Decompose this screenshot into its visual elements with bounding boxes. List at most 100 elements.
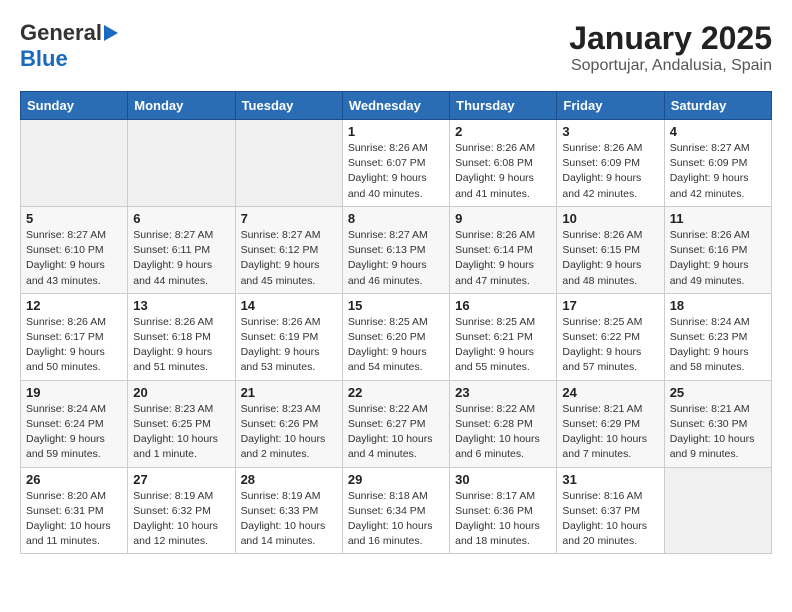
calendar-day-cell: 5Sunrise: 8:27 AMSunset: 6:10 PMDaylight… xyxy=(21,206,128,293)
day-number: 9 xyxy=(455,211,551,226)
logo-arrow-icon xyxy=(104,25,118,41)
day-info: Sunrise: 8:21 AMSunset: 6:30 PMDaylight:… xyxy=(670,402,766,463)
calendar-day-cell: 3Sunrise: 8:26 AMSunset: 6:09 PMDaylight… xyxy=(557,120,664,207)
day-info: Sunrise: 8:25 AMSunset: 6:22 PMDaylight:… xyxy=(562,315,658,376)
day-of-week-header: Tuesday xyxy=(235,92,342,120)
day-info: Sunrise: 8:26 AMSunset: 6:07 PMDaylight:… xyxy=(348,141,444,202)
calendar-day-cell xyxy=(128,120,235,207)
calendar-week-row: 1 Sunrise: 8:26 AMSunset: 6:07 PMDaylight… xyxy=(21,120,772,207)
calendar-day-cell xyxy=(235,120,342,207)
days-of-week-row: SundayMondayTuesdayWednesdayThursdayFrid… xyxy=(21,92,772,120)
day-info: Sunrise: 8:23 AMSunset: 6:25 PMDaylight:… xyxy=(133,402,229,463)
calendar-week-row: 5Sunrise: 8:27 AMSunset: 6:10 PMDaylight… xyxy=(21,206,772,293)
day-number: 11 xyxy=(670,211,766,226)
calendar-day-cell: 17 Sunrise: 8:25 AMSunset: 6:22 PMDayligh… xyxy=(557,293,664,380)
title-block: January 2025 Soportujar, Andalusia, Spai… xyxy=(569,20,772,75)
calendar-day-cell: 2Sunrise: 8:26 AMSunset: 6:08 PMDaylight… xyxy=(450,120,557,207)
page-header: General Blue January 2025 Soportujar, An… xyxy=(20,20,772,75)
calendar-day-cell: 7 Sunrise: 8:27 AMSunset: 6:12 PMDaylight… xyxy=(235,206,342,293)
day-info: Sunrise: 8:18 AMSunset: 6:34 PMDaylight:… xyxy=(348,489,444,550)
day-info: Sunrise: 8:21 AMSunset: 6:29 PMDaylight:… xyxy=(562,402,658,463)
day-info: Sunrise: 8:27 AMSunset: 6:09 PMDaylight:… xyxy=(670,141,766,202)
day-info: Sunrise: 8:17 AMSunset: 6:36 PMDaylight:… xyxy=(455,489,551,550)
calendar-day-cell: 13 Sunrise: 8:26 AMSunset: 6:18 PMDayligh… xyxy=(128,293,235,380)
calendar-day-cell: 31 Sunrise: 8:16 AMSunset: 6:37 PMDayligh… xyxy=(557,467,664,554)
day-info: Sunrise: 8:25 AMSunset: 6:20 PMDaylight:… xyxy=(348,315,444,376)
calendar-day-cell: 4 Sunrise: 8:27 AMSunset: 6:09 PMDaylight… xyxy=(664,120,771,207)
day-number: 13 xyxy=(133,298,229,313)
day-number: 5 xyxy=(26,211,122,226)
day-of-week-header: Thursday xyxy=(450,92,557,120)
day-info: Sunrise: 8:26 AMSunset: 6:18 PMDaylight:… xyxy=(133,315,229,376)
calendar-day-cell xyxy=(21,120,128,207)
day-of-week-header: Sunday xyxy=(21,92,128,120)
day-info: Sunrise: 8:26 AMSunset: 6:19 PMDaylight:… xyxy=(241,315,337,376)
day-info: Sunrise: 8:20 AMSunset: 6:31 PMDaylight:… xyxy=(26,489,122,550)
calendar-title: January 2025 xyxy=(569,20,772,57)
day-number: 7 xyxy=(241,211,337,226)
day-number: 3 xyxy=(562,124,658,139)
day-number: 20 xyxy=(133,385,229,400)
calendar-day-cell: 19 Sunrise: 8:24 AMSunset: 6:24 PMDayligh… xyxy=(21,380,128,467)
calendar-day-cell: 6Sunrise: 8:27 AMSunset: 6:11 PMDaylight… xyxy=(128,206,235,293)
calendar-day-cell: 12Sunrise: 8:26 AMSunset: 6:17 PMDayligh… xyxy=(21,293,128,380)
day-info: Sunrise: 8:24 AMSunset: 6:23 PMDaylight:… xyxy=(670,315,766,376)
day-number: 1 xyxy=(348,124,444,139)
day-number: 4 xyxy=(670,124,766,139)
calendar-day-cell: 22Sunrise: 8:22 AMSunset: 6:27 PMDayligh… xyxy=(342,380,449,467)
day-of-week-header: Wednesday xyxy=(342,92,449,120)
calendar-day-cell: 20 Sunrise: 8:23 AMSunset: 6:25 PMDayligh… xyxy=(128,380,235,467)
calendar-day-cell: 24 Sunrise: 8:21 AMSunset: 6:29 PMDayligh… xyxy=(557,380,664,467)
calendar-day-cell: 25 Sunrise: 8:21 AMSunset: 6:30 PMDayligh… xyxy=(664,380,771,467)
day-number: 18 xyxy=(670,298,766,313)
day-info: Sunrise: 8:27 AMSunset: 6:13 PMDaylight:… xyxy=(348,228,444,289)
calendar-day-cell: 27Sunrise: 8:19 AMSunset: 6:32 PMDayligh… xyxy=(128,467,235,554)
day-number: 16 xyxy=(455,298,551,313)
day-of-week-header: Friday xyxy=(557,92,664,120)
calendar-day-cell: 10 Sunrise: 8:26 AMSunset: 6:15 PMDayligh… xyxy=(557,206,664,293)
logo-text: General xyxy=(20,20,102,46)
day-number: 26 xyxy=(26,472,122,487)
calendar-day-cell: 30Sunrise: 8:17 AMSunset: 6:36 PMDayligh… xyxy=(450,467,557,554)
day-number: 17 xyxy=(562,298,658,313)
day-info: Sunrise: 8:22 AMSunset: 6:27 PMDaylight:… xyxy=(348,402,444,463)
day-of-week-header: Monday xyxy=(128,92,235,120)
day-info: Sunrise: 8:26 AMSunset: 6:16 PMDaylight:… xyxy=(670,228,766,289)
day-number: 31 xyxy=(562,472,658,487)
day-number: 25 xyxy=(670,385,766,400)
day-of-week-header: Saturday xyxy=(664,92,771,120)
logo-blue-text: Blue xyxy=(20,46,68,72)
calendar-day-cell: 18 Sunrise: 8:24 AMSunset: 6:23 PMDayligh… xyxy=(664,293,771,380)
day-info: Sunrise: 8:24 AMSunset: 6:24 PMDaylight:… xyxy=(26,402,122,463)
day-info: Sunrise: 8:25 AMSunset: 6:21 PMDaylight:… xyxy=(455,315,551,376)
day-info: Sunrise: 8:19 AMSunset: 6:33 PMDaylight:… xyxy=(241,489,337,550)
day-number: 10 xyxy=(562,211,658,226)
day-number: 8 xyxy=(348,211,444,226)
calendar-day-cell: 14 Sunrise: 8:26 AMSunset: 6:19 PMDayligh… xyxy=(235,293,342,380)
day-number: 24 xyxy=(562,385,658,400)
calendar-day-cell: 16 Sunrise: 8:25 AMSunset: 6:21 PMDayligh… xyxy=(450,293,557,380)
day-info: Sunrise: 8:19 AMSunset: 6:32 PMDaylight:… xyxy=(133,489,229,550)
calendar-day-cell: 29Sunrise: 8:18 AMSunset: 6:34 PMDayligh… xyxy=(342,467,449,554)
day-info: Sunrise: 8:27 AMSunset: 6:12 PMDaylight:… xyxy=(241,228,337,289)
calendar-day-cell: 15 Sunrise: 8:25 AMSunset: 6:20 PMDayligh… xyxy=(342,293,449,380)
calendar-day-cell xyxy=(664,467,771,554)
calendar-day-cell: 23Sunrise: 8:22 AMSunset: 6:28 PMDayligh… xyxy=(450,380,557,467)
calendar-table: SundayMondayTuesdayWednesdayThursdayFrid… xyxy=(20,91,772,554)
calendar-day-cell: 21Sunrise: 8:23 AMSunset: 6:26 PMDayligh… xyxy=(235,380,342,467)
calendar-day-cell: 1 Sunrise: 8:26 AMSunset: 6:07 PMDaylight… xyxy=(342,120,449,207)
day-info: Sunrise: 8:23 AMSunset: 6:26 PMDaylight:… xyxy=(241,402,337,463)
day-number: 28 xyxy=(241,472,337,487)
logo: General Blue xyxy=(20,20,118,72)
day-number: 19 xyxy=(26,385,122,400)
calendar-week-row: 19 Sunrise: 8:24 AMSunset: 6:24 PMDayligh… xyxy=(21,380,772,467)
calendar-day-cell: 26 Sunrise: 8:20 AMSunset: 6:31 PMDayligh… xyxy=(21,467,128,554)
day-number: 23 xyxy=(455,385,551,400)
calendar-day-cell: 9 Sunrise: 8:26 AMSunset: 6:14 PMDaylight… xyxy=(450,206,557,293)
day-info: Sunrise: 8:26 AMSunset: 6:15 PMDaylight:… xyxy=(562,228,658,289)
day-info: Sunrise: 8:26 AMSunset: 6:14 PMDaylight:… xyxy=(455,228,551,289)
day-info: Sunrise: 8:16 AMSunset: 6:37 PMDaylight:… xyxy=(562,489,658,550)
day-info: Sunrise: 8:26 AMSunset: 6:17 PMDaylight:… xyxy=(26,315,122,376)
day-number: 15 xyxy=(348,298,444,313)
day-number: 14 xyxy=(241,298,337,313)
